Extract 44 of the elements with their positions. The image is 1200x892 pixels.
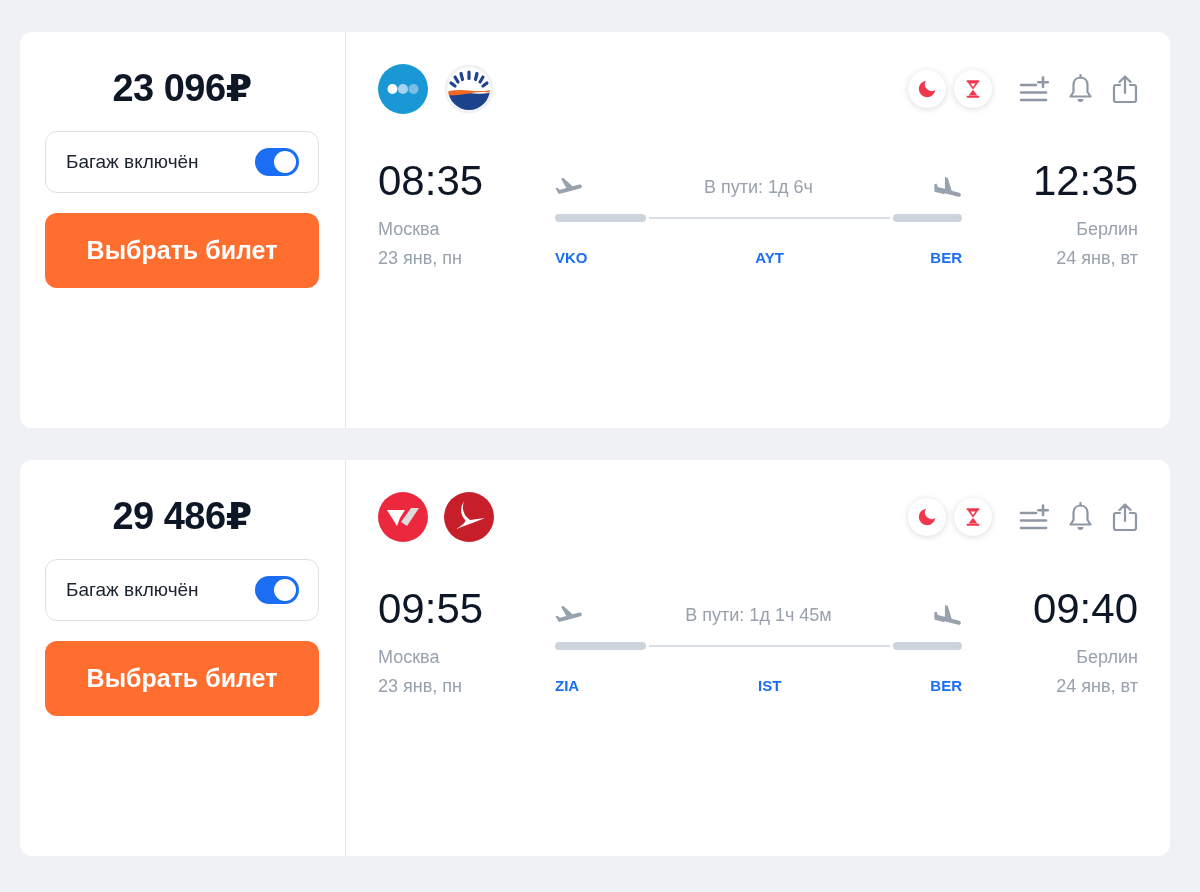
bell-icon[interactable] [1067, 74, 1094, 104]
departure-city: Москва [378, 218, 441, 241]
select-ticket-button[interactable]: Выбрать билет [45, 641, 319, 716]
departure-city: Москва [378, 646, 441, 669]
airport-code: BER [930, 248, 962, 268]
baggage-label: Багаж включён [66, 149, 199, 174]
arrival-time: 09:40 [1031, 585, 1138, 633]
hourglass-icon [954, 498, 992, 536]
airport-code: AYT [755, 248, 784, 268]
w-shape-logo-icon [378, 492, 428, 542]
departure-time: 08:35 [378, 157, 485, 205]
price-text: 23 096₽ [111, 66, 253, 110]
select-ticket-button[interactable]: Выбрать билет [45, 213, 319, 288]
departure-date: 23 янв, пн [378, 247, 463, 270]
list-plus-icon[interactable] [1019, 76, 1049, 102]
plane-landing-icon [934, 175, 962, 199]
share-icon[interactable] [1112, 74, 1138, 104]
plane-landing-icon [934, 603, 962, 627]
moon-icon [908, 498, 946, 536]
baggage-switch[interactable] [255, 576, 299, 604]
arrival-date: 24 янв, вт [1055, 675, 1138, 698]
baggage-label: Багаж включён [66, 577, 199, 602]
hourglass-icon [954, 70, 992, 108]
departure-date: 23 янв, пн [378, 675, 463, 698]
airport-code: ZIA [555, 676, 580, 696]
list-plus-icon[interactable] [1019, 504, 1049, 530]
airport-code: IST [758, 676, 782, 696]
airport-code: VKO [555, 248, 588, 268]
arrival-city: Берлин [1075, 646, 1138, 669]
arrival-city: Берлин [1075, 218, 1138, 241]
bell-icon[interactable] [1067, 502, 1094, 532]
departure-time: 09:55 [378, 585, 485, 633]
moon-icon [908, 70, 946, 108]
travel-duration: В пути: 1д 1ч 45м [685, 604, 832, 627]
sunrise-logo-icon [444, 64, 494, 114]
travel-duration: В пути: 1д 6ч [704, 176, 813, 199]
baggage-switch[interactable] [255, 148, 299, 176]
airport-code: BER [930, 676, 962, 696]
wing-logo-icon [444, 492, 494, 542]
share-icon[interactable] [1112, 502, 1138, 532]
price-text: 29 486₽ [111, 494, 253, 538]
three-dots-logo-icon [378, 64, 428, 114]
arrival-date: 24 янв, вт [1055, 247, 1138, 270]
arrival-time: 12:35 [1031, 157, 1138, 205]
